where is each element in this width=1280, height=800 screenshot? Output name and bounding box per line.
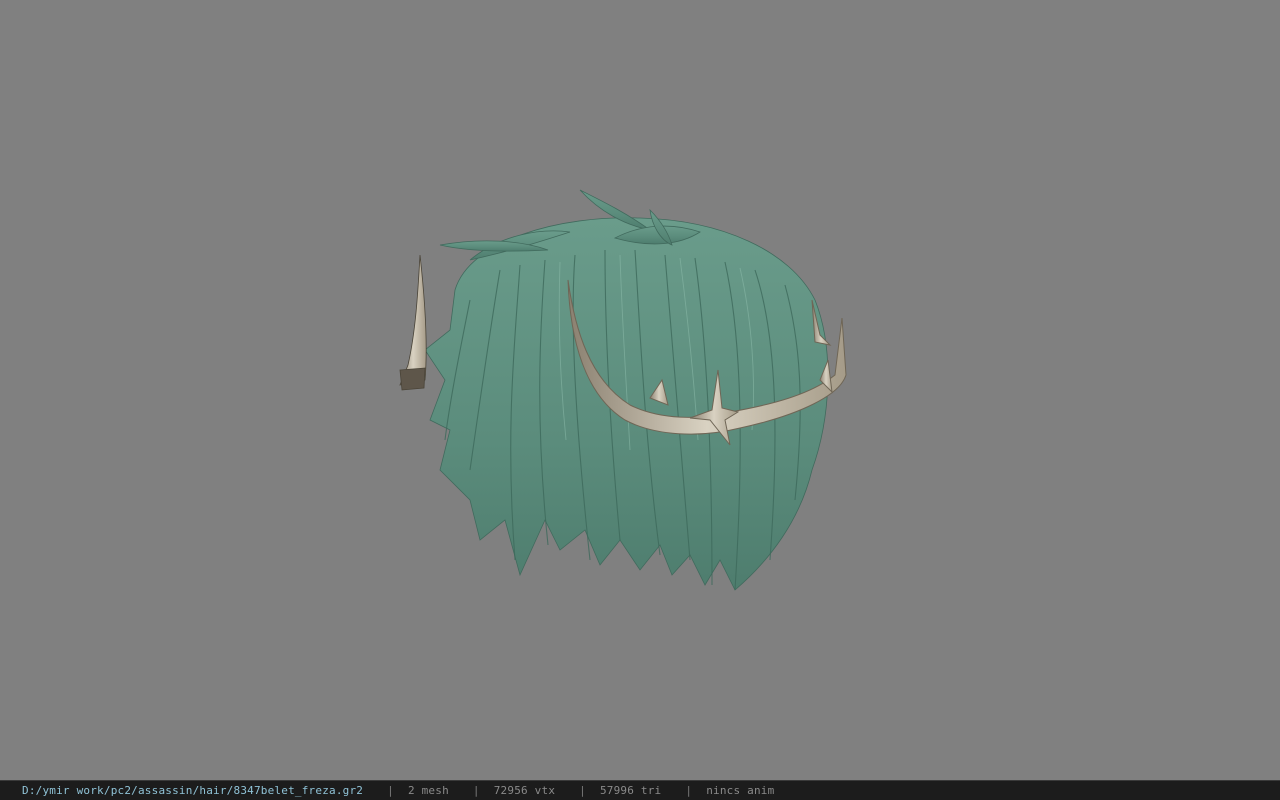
- file-path: D:/ymir work/pc2/assassin/hair/8347belet…: [22, 784, 364, 797]
- separator: |: [387, 784, 394, 797]
- mesh-count: 2 mesh: [407, 784, 449, 797]
- 3d-viewport[interactable]: [0, 0, 1280, 780]
- separator: |: [472, 784, 480, 797]
- separator: |: [685, 784, 693, 797]
- animation-status: nincs anim: [706, 784, 775, 797]
- vertex-count: 72956 vtx: [493, 784, 556, 797]
- triangle-count: 57996 tri: [599, 784, 662, 797]
- separator: |: [579, 784, 586, 797]
- status-bar: D:/ymir work/pc2/assassin/hair/8347belet…: [0, 780, 1280, 800]
- hair-model-icon: [399, 189, 847, 591]
- left-horn: [399, 254, 427, 391]
